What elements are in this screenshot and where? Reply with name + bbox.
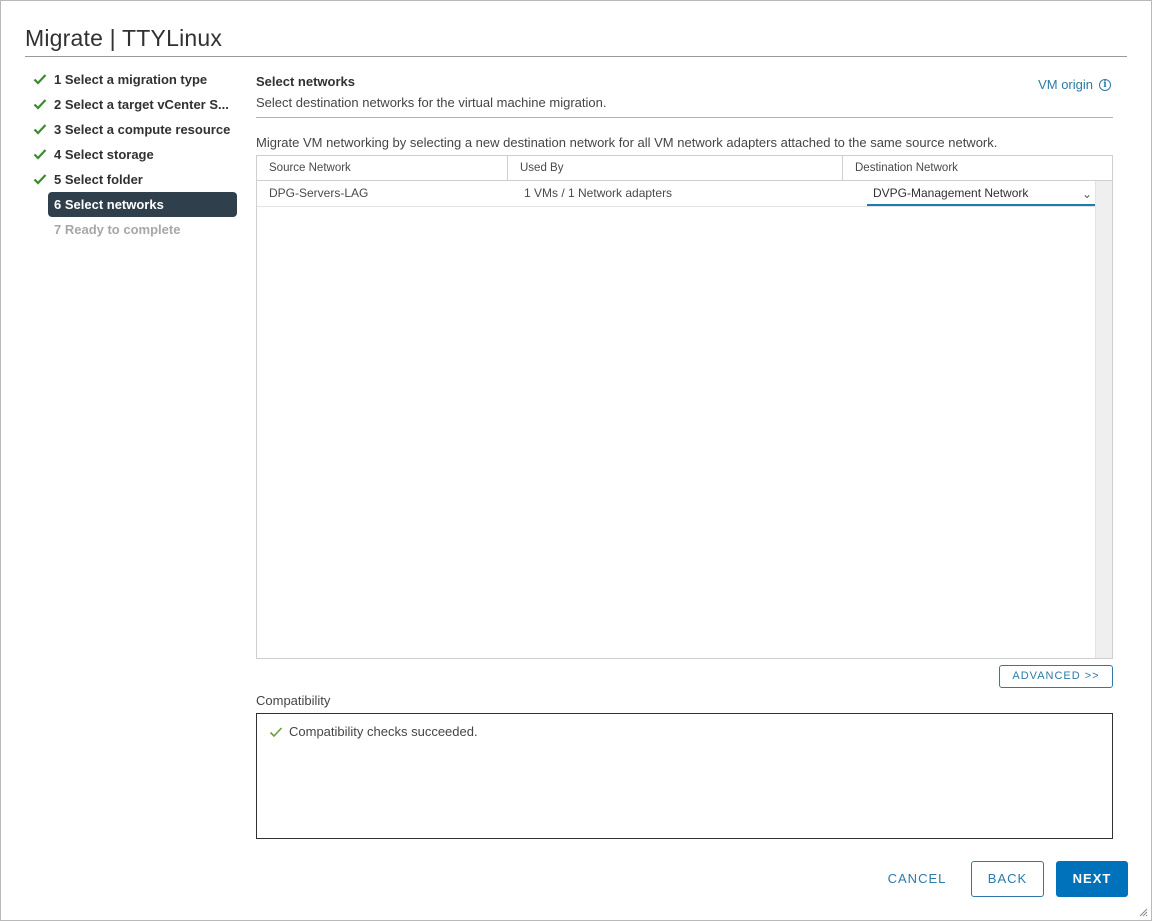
section-title: Select networks [256,74,355,89]
column-header-used-by[interactable]: Used By [508,156,841,180]
check-icon [269,726,283,737]
step-target-vcenter[interactable]: 2 Select a target vCenter S... [27,92,239,117]
step-label: 5 Select folder [54,172,143,187]
step-label: 1 Select a migration type [54,72,208,87]
check-icon [33,149,47,160]
section-description: Select destination networks for the virt… [256,95,607,110]
advanced-button[interactable]: ADVANCED >> [999,665,1113,688]
step-label: 6 Select networks [54,197,164,212]
used-by-cell: 1 VMs / 1 Network adapters [524,186,673,200]
migrate-dialog: Migrate | TTYLinux 1 Select a migration … [0,0,1152,921]
step-compute-resource[interactable]: 3 Select a compute resource [27,117,239,142]
destination-network-select[interactable]: DVPG-Management Network ⌄ [867,181,1100,206]
step-storage[interactable]: 4 Select storage [27,142,239,167]
dialog-title: Migrate | TTYLinux [25,25,223,51]
check-icon [33,124,47,135]
table-row[interactable]: DPG-Servers-LAG 1 VMs / 1 Network adapte… [257,181,1100,207]
vm-origin-link[interactable]: VM origin i [1038,77,1111,92]
destination-network-value: DVPG-Management Network [873,186,1029,200]
next-button[interactable]: NEXT [1056,861,1128,897]
step-migration-type[interactable]: 1 Select a migration type [27,67,239,92]
step-networks[interactable]: 6 Select networks [48,192,237,217]
compatibility-panel: Compatibility checks succeeded. [256,713,1113,839]
column-header-destination-network[interactable]: Destination Network [843,156,1095,180]
compatibility-message: Compatibility checks succeeded. [269,724,478,739]
instruction-text: Migrate VM networking by selecting a new… [256,135,998,150]
compatibility-label: Compatibility [256,693,331,708]
source-network-cell: DPG-Servers-LAG [269,186,369,200]
compatibility-message-text: Compatibility checks succeeded. [289,724,478,739]
check-icon [33,99,47,110]
title-divider [25,56,1127,57]
step-folder[interactable]: 5 Select folder [27,167,239,192]
chevron-down-icon: ⌄ [1081,187,1092,201]
check-icon [33,74,47,85]
back-button[interactable]: BACK [971,861,1044,897]
section-divider [256,117,1113,118]
resize-handle-icon[interactable] [1138,907,1148,917]
info-icon[interactable]: i [1099,78,1111,91]
grid-header: Source Network Used By Destination Netwo… [257,156,1112,181]
cancel-button[interactable]: CANCEL [871,861,963,897]
wizard-steps: 1 Select a migration type 2 Select a tar… [27,67,239,242]
check-icon [33,174,47,185]
step-label: 4 Select storage [54,147,154,162]
vm-origin-label: VM origin [1038,77,1093,92]
step-label: 3 Select a compute resource [54,122,231,137]
step-label: 7 Ready to complete [54,222,181,237]
network-grid: Source Network Used By Destination Netwo… [256,155,1113,659]
grid-scrollbar[interactable] [1095,181,1112,658]
column-header-source-network[interactable]: Source Network [257,156,507,180]
step-label: 2 Select a target vCenter S... [54,97,229,112]
step-ready-to-complete: 7 Ready to complete [27,217,239,242]
